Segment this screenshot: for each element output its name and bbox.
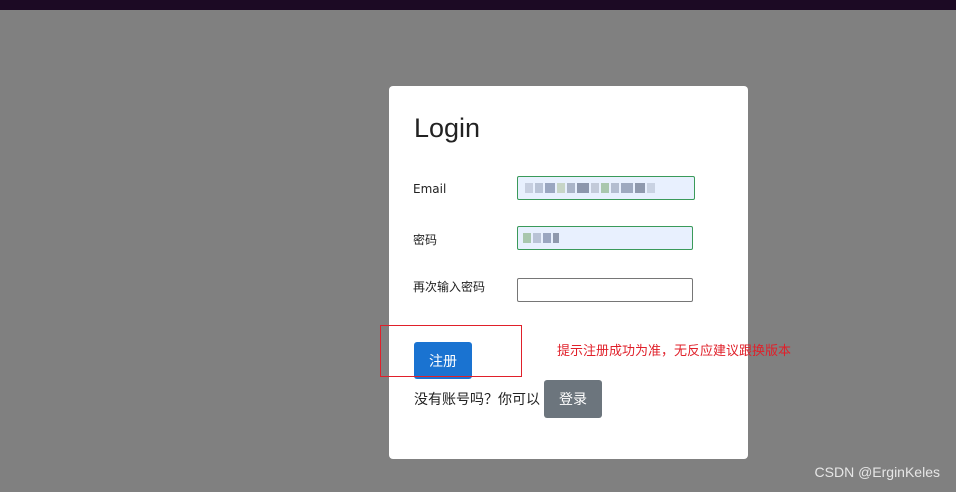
email-label: Email <box>413 182 447 196</box>
email-field[interactable] <box>517 176 695 200</box>
login-hint-row: 没有账号吗？你可以 登录 <box>414 380 602 418</box>
confirm-password-field[interactable] <box>517 278 693 302</box>
login-card: Login Email 密码 再次输入密码 注册 没有账号吗？你可以 登录 <box>389 86 748 459</box>
password-field[interactable] <box>517 226 693 250</box>
password-label: 密码 <box>413 233 438 247</box>
no-account-text: 没有账号吗？你可以 <box>414 392 540 408</box>
annotation-text: 提示注册成功为准，无反应建议跟换版本 <box>557 344 792 359</box>
top-bar <box>0 0 956 10</box>
page-title: Login <box>414 113 481 143</box>
register-button[interactable]: 注册 <box>414 342 472 379</box>
confirm-password-label: 再次输入密码 <box>413 280 486 294</box>
watermark: CSDN @ErginKeles <box>814 464 940 480</box>
page: Login Email 密码 再次输入密码 注册 没有账号吗？你可以 登录 提示… <box>0 0 956 492</box>
login-button[interactable]: 登录 <box>544 380 602 418</box>
